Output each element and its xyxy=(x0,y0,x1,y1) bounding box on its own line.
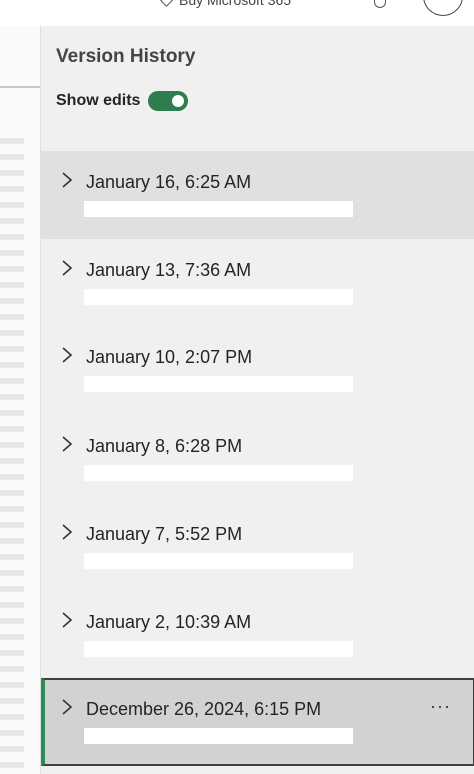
version-date: January 10, 2:07 PM xyxy=(86,347,253,367)
sheet-row-stub xyxy=(0,266,24,272)
redacted-author xyxy=(84,289,353,305)
redacted-author xyxy=(84,641,353,657)
chevron-right-icon[interactable] xyxy=(60,435,74,453)
sheet-row-stub xyxy=(0,522,24,528)
sheet-divider xyxy=(0,86,40,88)
sheet-row-stub xyxy=(0,442,24,448)
toggle-knob xyxy=(172,95,185,107)
version-date: January 13, 7:36 AM xyxy=(86,260,252,280)
version-item[interactable]: January 2, 10:39 AM xyxy=(41,591,474,679)
sheet-row-stub xyxy=(0,650,24,656)
more-options-icon[interactable]: ··· xyxy=(430,696,451,717)
chevron-right-icon[interactable] xyxy=(60,698,74,716)
avatar[interactable] xyxy=(423,0,463,16)
sheet-row-stub xyxy=(0,378,24,384)
chevron-right-icon[interactable] xyxy=(60,259,74,277)
diamond-icon xyxy=(160,0,173,7)
show-edits-toggle[interactable] xyxy=(148,91,189,111)
sheet-row-stub xyxy=(0,154,24,160)
version-date: January 2, 10:39 AM xyxy=(86,612,252,632)
sheet-row-stub xyxy=(0,394,24,400)
sheet-row-stub xyxy=(0,362,24,368)
version-date: January 8, 6:28 PM xyxy=(86,436,243,456)
redacted-author xyxy=(84,553,353,569)
redacted-author xyxy=(84,376,353,392)
version-item-selected[interactable]: December 26, 2024, 6:15 PM ··· xyxy=(41,678,474,766)
sheet-row-stub xyxy=(0,714,24,720)
version-date: January 7, 5:52 PM xyxy=(86,524,243,544)
chevron-right-icon[interactable] xyxy=(60,346,74,364)
sheet-row-stub xyxy=(0,282,24,288)
sheet-row-stub xyxy=(0,490,24,496)
sheet-row-stub xyxy=(0,234,24,240)
sheet-row-stub xyxy=(0,410,24,416)
sheet-row-stub xyxy=(0,186,24,192)
spreadsheet-background xyxy=(0,26,40,774)
sheet-row-stub xyxy=(0,730,24,736)
app-top-bar: Buy Microsoft 365 xyxy=(0,0,474,26)
sheet-row-stub xyxy=(0,138,24,144)
chevron-right-icon[interactable] xyxy=(60,523,74,541)
sheet-row-stub xyxy=(0,314,24,320)
sheet-row-stub xyxy=(0,618,24,624)
version-item[interactable]: January 13, 7:36 AM xyxy=(41,239,474,327)
sheet-row-stub xyxy=(0,250,24,256)
sheet-row-stub xyxy=(0,298,24,304)
sheet-row-stub xyxy=(0,698,24,704)
show-edits-label: Show edits xyxy=(56,92,141,109)
chevron-right-icon[interactable] xyxy=(60,611,74,629)
sheet-row-stub xyxy=(0,762,24,768)
sheet-row-stub xyxy=(0,330,24,336)
sheet-row-stub xyxy=(0,746,24,752)
sheet-row-stub xyxy=(0,570,24,576)
version-item[interactable]: January 16, 6:25 AM xyxy=(41,151,474,239)
sheet-row-stub xyxy=(0,554,24,560)
redacted-author xyxy=(84,465,353,481)
version-date: January 16, 6:25 AM xyxy=(86,172,252,192)
version-item[interactable]: January 10, 2:07 PM xyxy=(41,326,474,414)
sheet-row-stub xyxy=(0,586,24,592)
version-date: December 26, 2024, 6:15 PM xyxy=(86,699,322,719)
sheet-row-stub xyxy=(0,346,24,352)
bell-icon[interactable] xyxy=(374,0,386,8)
sheet-row-stub xyxy=(0,474,24,480)
buy-microsoft-365-link[interactable]: Buy Microsoft 365 xyxy=(160,0,292,10)
version-history-panel: Version History Show edits January 16, 6… xyxy=(40,26,474,774)
sheet-row-stub xyxy=(0,170,24,176)
sheet-row-stub xyxy=(0,506,24,512)
sheet-row-stub xyxy=(0,426,24,432)
redacted-author xyxy=(84,728,353,744)
version-item[interactable]: January 7, 5:52 PM xyxy=(41,503,474,591)
show-edits-row: Show edits xyxy=(56,91,189,111)
sheet-row-stub xyxy=(0,538,24,544)
version-item[interactable]: January 8, 6:28 PM xyxy=(41,415,474,503)
sheet-row-stub xyxy=(0,218,24,224)
redacted-author xyxy=(84,201,353,217)
sheet-row-stub xyxy=(0,602,24,608)
sheet-row-stub xyxy=(0,634,24,640)
panel-title: Version History xyxy=(56,46,196,67)
sheet-row-stub xyxy=(0,202,24,208)
sheet-row-stub xyxy=(0,458,24,464)
chevron-right-icon[interactable] xyxy=(60,171,74,189)
sheet-row-stub xyxy=(0,682,24,688)
sheet-row-stub xyxy=(0,666,24,672)
buy-label: Buy Microsoft 365 xyxy=(179,0,292,8)
